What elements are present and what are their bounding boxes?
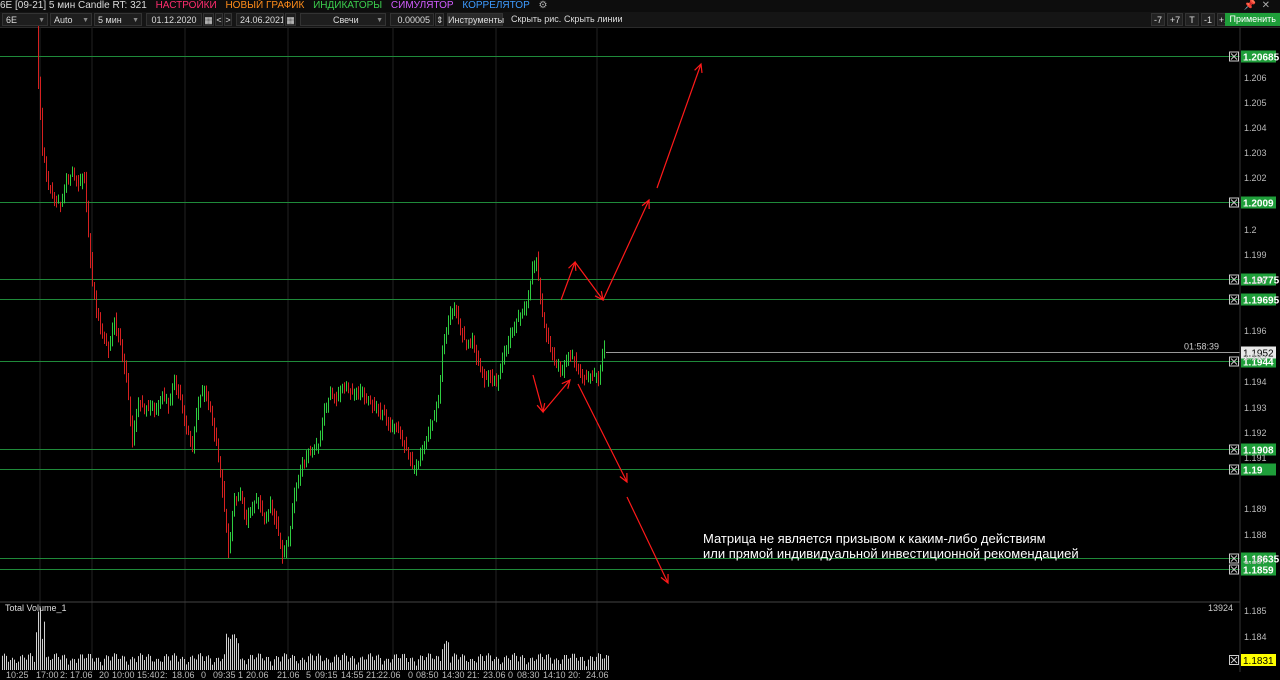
- time-tick-label: 0: [408, 670, 413, 680]
- time-axis: 10:25 17:00 2: 17.06 20 10:00 15:40 2: 18.06 0 09:…: [6, 670, 609, 680]
- disclaimer-text: Матрица не является призывом к каким-либ…: [703, 531, 1079, 561]
- price-tick-label: 1.198: [1244, 276, 1267, 286]
- time-tick-label: 20: [99, 670, 109, 680]
- forecast-arrow: [542, 379, 571, 413]
- price-tick-label: 1.191: [1244, 453, 1267, 463]
- time-tick-label: 2:: [60, 670, 68, 680]
- vertical-gridlines: [39, 27, 598, 672]
- price-tick-label: 1.185: [1244, 606, 1267, 616]
- time-tick-label: 0: [508, 670, 513, 680]
- price-tick-label: 1.202: [1244, 173, 1267, 183]
- close-icon: [1229, 655, 1239, 665]
- time-tick-label: 5: [306, 670, 311, 680]
- price-tick-label: 1.206: [1244, 73, 1267, 83]
- time-tick-label: 10:25: [6, 670, 29, 680]
- time-tick-label: 09:15: [315, 670, 338, 680]
- price-tick-label: 1.203: [1244, 148, 1267, 158]
- forecast-arrow: [656, 63, 702, 189]
- volume-last-text: 1.1831: [1243, 656, 1274, 667]
- time-tick-label: 18.06: [172, 670, 195, 680]
- time-tick-label: 10:00: [112, 670, 135, 680]
- level-price-text: 1.20685: [1243, 53, 1280, 64]
- price-chart[interactable]: 1.206851.20091.197751.196951.19441.19081…: [0, 0, 1280, 680]
- level-price-text: 1.1859: [1243, 566, 1274, 577]
- forecast-arrows: [532, 62, 703, 585]
- price-tick-label: 1.196: [1244, 326, 1267, 336]
- forecast-arrow: [560, 261, 576, 301]
- price-tick-label: 1.192: [1244, 428, 1267, 438]
- price-tick-label: 1.204: [1244, 123, 1267, 133]
- time-tick-label: 14:55: [341, 670, 364, 680]
- time-tick-label: 24.06: [586, 670, 609, 680]
- disclaimer-line-2: или прямой индивидуальной инвестиционной…: [703, 546, 1079, 561]
- price-tick-label: 1.187: [1244, 556, 1267, 566]
- candles: [38, 26, 605, 564]
- time-tick-label: 17:00: [36, 670, 59, 680]
- countdown-timer: 01:58:39: [1184, 342, 1219, 352]
- time-tick-label: 23.06: [483, 670, 506, 680]
- forecast-arrow: [626, 496, 669, 584]
- price-tick-label: 1.184: [1244, 632, 1267, 642]
- price-tick-label: 1.194: [1244, 377, 1267, 387]
- price-tick-label: 1.189: [1244, 504, 1267, 514]
- price-tick-label: 1.188: [1244, 530, 1267, 540]
- time-tick-label: 21:: [467, 670, 480, 680]
- time-tick-label: 14:30: [442, 670, 465, 680]
- time-tick-label: 09:35: [213, 670, 236, 680]
- forecast-arrow: [602, 199, 650, 301]
- disclaimer-line-1: Матрица не является призывом к каким-либ…: [703, 531, 1046, 546]
- time-tick-label: 08:50: [416, 670, 439, 680]
- forecast-arrow: [574, 261, 604, 301]
- time-tick-label: 2:: [160, 670, 168, 680]
- volume-panel-title: Total Volume_1: [5, 603, 67, 613]
- time-tick-label: 20.06: [246, 670, 269, 680]
- time-tick-label: 0: [201, 670, 206, 680]
- price-axis: 1.206 1.205 1.204 1.203 1.202 1.2 1.199 1.198 1.…: [0, 27, 1276, 672]
- level-price-text: 1.19: [1243, 466, 1263, 477]
- time-tick-label: 08:30: [517, 670, 540, 680]
- price-tick-label: 1.195: [1244, 352, 1267, 362]
- forecast-arrow: [577, 383, 628, 483]
- price-tick-label: 1.199: [1244, 250, 1267, 260]
- price-tick-label: 1.193: [1244, 403, 1267, 413]
- level-lines: 1.206851.20091.197751.196951.19441.19081…: [0, 50, 1280, 577]
- time-tick-label: 15:40: [137, 670, 160, 680]
- time-tick-label: 14:10: [543, 670, 566, 680]
- level-price-text: 1.2009: [1243, 199, 1274, 210]
- volume-bars: [2, 607, 609, 670]
- time-tick-label: 17.06: [70, 670, 93, 680]
- price-tick-label: 1.2: [1244, 225, 1257, 235]
- time-tick-label: 21.06: [277, 670, 300, 680]
- time-tick-label: 1: [238, 670, 243, 680]
- volume-max-value: 13924: [1208, 603, 1233, 613]
- level-price-text: 1.19695: [1243, 296, 1280, 307]
- time-tick-label: 20:: [568, 670, 581, 680]
- time-tick-label: 21:: [366, 670, 379, 680]
- time-tick-label: 22.06: [378, 670, 401, 680]
- price-tick-label: 1.205: [1244, 98, 1267, 108]
